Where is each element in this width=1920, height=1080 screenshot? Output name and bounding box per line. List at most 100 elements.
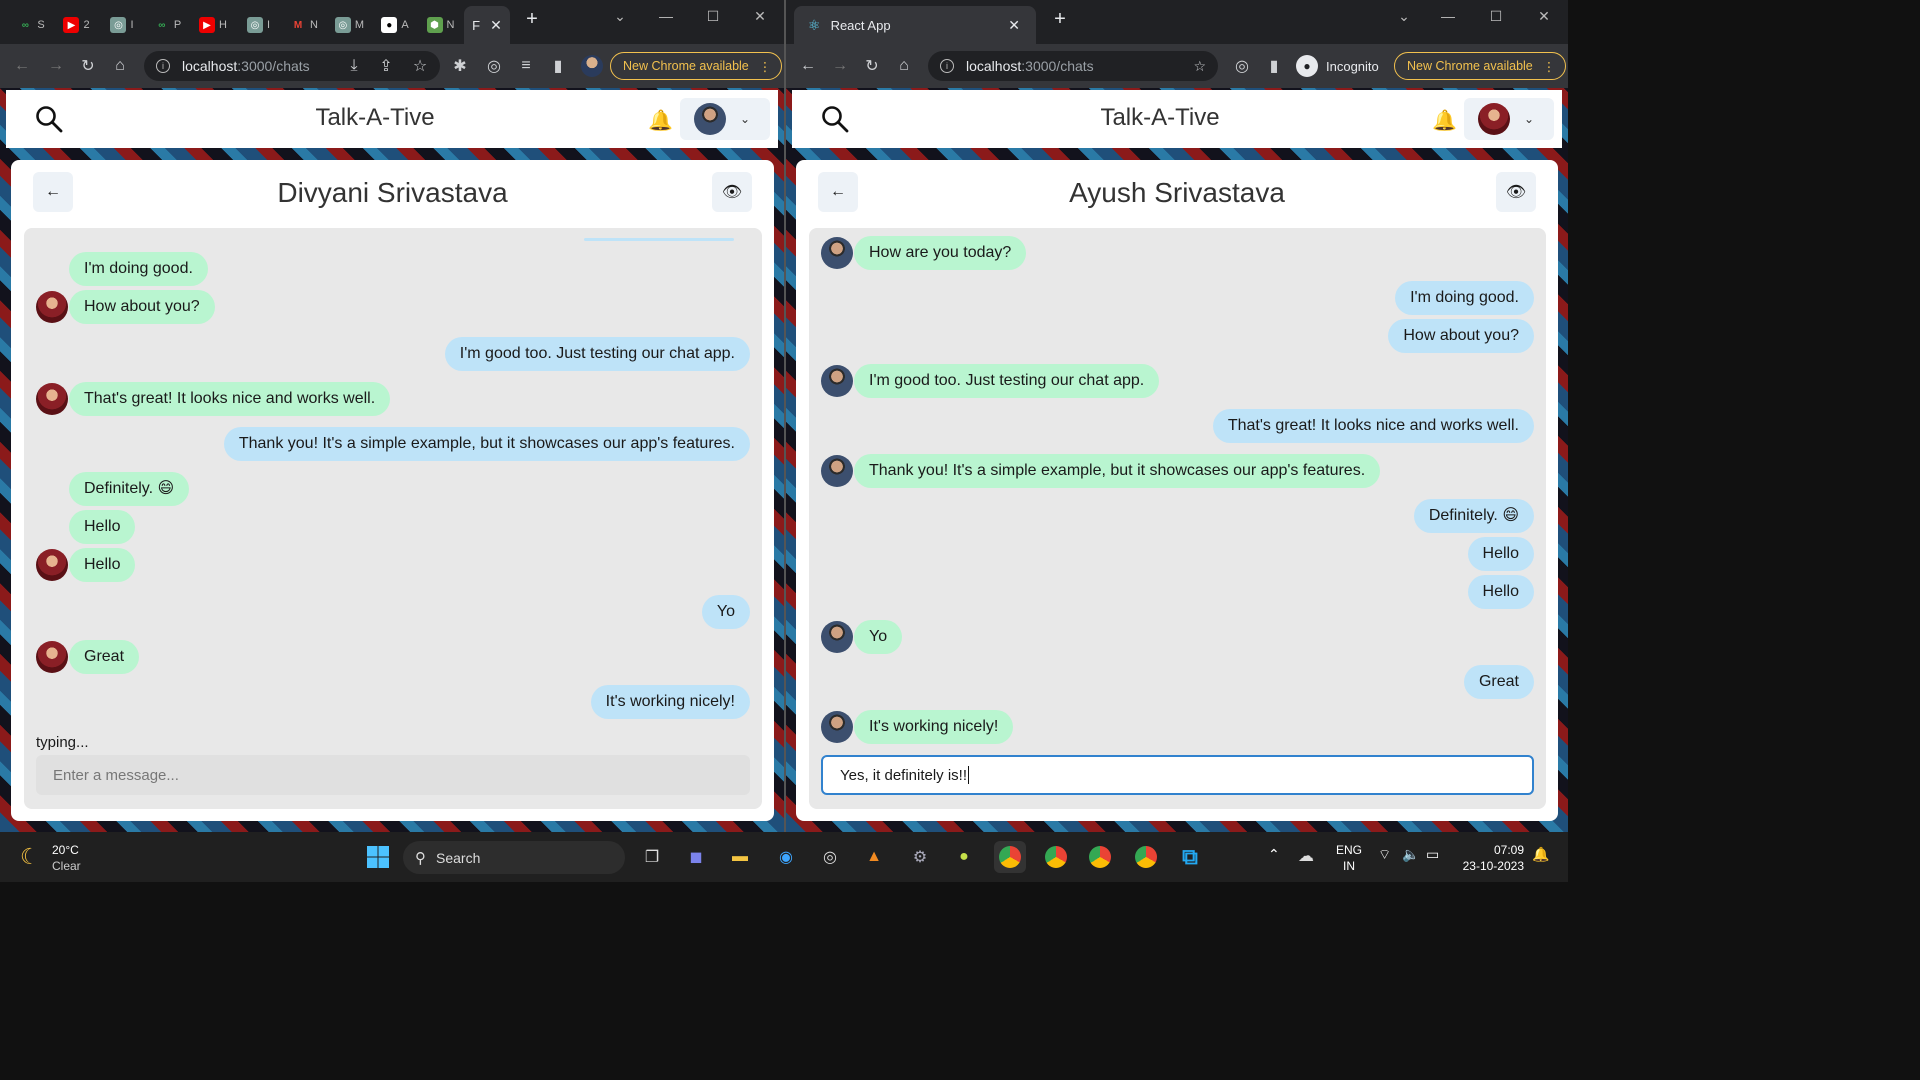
pinned-tab[interactable]: ◎ I bbox=[236, 6, 282, 44]
window-divider bbox=[784, 0, 786, 832]
weather-widget[interactable]: 20°C Clear bbox=[52, 842, 81, 874]
profile-avatar[interactable] bbox=[580, 54, 604, 78]
bookmark-star-icon[interactable]: ☆ bbox=[1193, 58, 1206, 75]
settings-gear-icon[interactable]: ⚙ bbox=[904, 841, 936, 873]
task-view-icon[interactable]: ❐ bbox=[636, 841, 668, 873]
message-input[interactable]: Enter a message... bbox=[36, 755, 750, 795]
sender-avatar[interactable] bbox=[821, 365, 853, 397]
back-icon[interactable]: ← bbox=[10, 54, 34, 78]
performance-icon[interactable]: ◎ bbox=[482, 54, 506, 78]
back-icon[interactable]: ← bbox=[796, 54, 820, 78]
info-icon[interactable]: i bbox=[156, 59, 170, 73]
pinned-tab[interactable]: MN bbox=[281, 6, 327, 44]
message-input[interactable]: Yes, it definitely is!! bbox=[821, 755, 1534, 795]
vlc-icon[interactable]: ▲ bbox=[858, 841, 890, 873]
pinned-tab[interactable]: ▶ H bbox=[190, 6, 236, 44]
chrome-icon[interactable] bbox=[1130, 841, 1162, 873]
pinned-tab[interactable]: ⬢ N bbox=[418, 6, 464, 44]
chevron-down-icon[interactable]: ⌄ bbox=[1394, 8, 1414, 25]
sender-avatar[interactable] bbox=[821, 711, 853, 743]
new-tab-icon[interactable]: + bbox=[1050, 8, 1070, 31]
chevron-down-icon[interactable]: ⌄ bbox=[610, 8, 630, 25]
more-icon[interactable]: ⋮ bbox=[1543, 59, 1556, 74]
window-close-icon[interactable]: ✕ bbox=[750, 8, 770, 25]
taskbar-search[interactable]: ⚲ Search bbox=[403, 841, 625, 874]
address-bar[interactable]: i localhost:3000/chats ☆ bbox=[928, 51, 1218, 81]
search-icon[interactable] bbox=[34, 104, 64, 134]
volume-icon[interactable]: 🔈 bbox=[1402, 846, 1419, 863]
chrome-icon[interactable] bbox=[1040, 841, 1072, 873]
pinned-tab[interactable]: ◎ M bbox=[327, 6, 373, 44]
new-tab-icon[interactable]: + bbox=[522, 8, 542, 31]
app-icon[interactable]: ◉ bbox=[770, 841, 802, 873]
close-icon[interactable]: ✕ bbox=[490, 17, 502, 34]
reload-icon[interactable]: ↻ bbox=[860, 54, 884, 78]
media-icon[interactable]: ≡ bbox=[514, 54, 538, 78]
outgoing-message: That's great! It looks nice and works we… bbox=[1212, 409, 1534, 443]
clock[interactable]: 07:09 23-10-2023 bbox=[1460, 842, 1524, 874]
extensions-icon[interactable]: ✱ bbox=[448, 54, 472, 78]
more-icon[interactable]: ⋮ bbox=[759, 59, 772, 74]
sender-avatar[interactable] bbox=[821, 237, 853, 269]
moon-icon[interactable]: ☾ bbox=[20, 844, 40, 870]
profile-menu-button[interactable]: ⌄ bbox=[680, 98, 770, 140]
reload-icon[interactable]: ↻ bbox=[76, 54, 100, 78]
info-icon[interactable]: i bbox=[940, 59, 954, 73]
vscode-icon[interactable]: ⧉ bbox=[1174, 841, 1206, 873]
search-icon[interactable] bbox=[820, 104, 850, 134]
side-panel-icon[interactable]: ▮ bbox=[1262, 54, 1286, 78]
maximize-icon[interactable]: ☐ bbox=[703, 8, 723, 25]
forward-icon[interactable]: → bbox=[828, 54, 852, 78]
back-button[interactable]: ← bbox=[818, 172, 858, 212]
close-icon[interactable]: ✕ bbox=[1008, 17, 1020, 34]
chevron-up-icon[interactable]: ⌃ bbox=[1268, 846, 1280, 863]
back-button[interactable]: ← bbox=[33, 172, 73, 212]
incognito-badge[interactable]: ● Incognito bbox=[1296, 53, 1379, 79]
app-icon[interactable]: ● bbox=[948, 841, 980, 873]
wifi-icon[interactable]: ⌔ bbox=[1378, 846, 1391, 864]
language-indicator[interactable]: ENG IN bbox=[1336, 842, 1362, 874]
bookmark-star-icon[interactable]: ☆ bbox=[408, 54, 432, 78]
sender-avatar[interactable] bbox=[36, 383, 68, 415]
pinned-tab[interactable]: ▶ 2 bbox=[54, 6, 100, 44]
home-icon[interactable]: ⌂ bbox=[108, 54, 132, 78]
install-icon[interactable]: ⤓ bbox=[342, 54, 366, 78]
battery-icon[interactable]: ▭ bbox=[1426, 846, 1439, 863]
sender-avatar[interactable] bbox=[36, 291, 68, 323]
teams-chat-icon[interactable]: ◼ bbox=[680, 841, 712, 873]
file-explorer-icon[interactable]: ▬ bbox=[724, 841, 756, 873]
sender-avatar[interactable] bbox=[821, 455, 853, 487]
sender-avatar[interactable] bbox=[821, 621, 853, 653]
share-icon[interactable]: ⇪ bbox=[374, 54, 398, 78]
cloud-icon[interactable]: ☁ bbox=[1298, 846, 1314, 866]
window-close-icon[interactable]: ✕ bbox=[1534, 8, 1554, 25]
minimize-icon[interactable]: — bbox=[1438, 8, 1458, 24]
notification-bell-icon[interactable]: 🔔 bbox=[1532, 846, 1549, 863]
obs-icon[interactable]: ◎ bbox=[814, 841, 846, 873]
windows-start-icon[interactable] bbox=[362, 841, 394, 873]
profile-menu-button[interactable]: ⌄ bbox=[1464, 98, 1554, 140]
sender-avatar[interactable] bbox=[36, 641, 68, 673]
pinned-tab[interactable]: ∞ P bbox=[145, 6, 191, 44]
minimize-icon[interactable]: — bbox=[656, 8, 676, 24]
tab-active[interactable]: F ✕ bbox=[464, 6, 510, 44]
tab-react-app[interactable]: ⚛ React App ✕ bbox=[794, 6, 1036, 44]
view-profile-button[interactable]: 👁 bbox=[712, 172, 752, 212]
pinned-tab[interactable]: ∞ S bbox=[8, 6, 54, 44]
bell-icon[interactable]: 🔔 bbox=[1432, 108, 1457, 133]
side-panel-icon[interactable]: ▮ bbox=[546, 54, 570, 78]
forward-icon[interactable]: → bbox=[44, 54, 68, 78]
sender-avatar[interactable] bbox=[36, 549, 68, 581]
pinned-tab[interactable]: ● A bbox=[372, 6, 418, 44]
chrome-icon[interactable] bbox=[1084, 841, 1116, 873]
bell-icon[interactable]: 🔔 bbox=[648, 108, 673, 133]
performance-icon[interactable]: ◎ bbox=[1230, 54, 1254, 78]
chrome-icon[interactable] bbox=[994, 841, 1026, 873]
new-chrome-button[interactable]: New Chrome available ⋮ bbox=[1394, 52, 1567, 80]
view-profile-button[interactable]: 👁 bbox=[1496, 172, 1536, 212]
new-chrome-button[interactable]: New Chrome available ⋮ bbox=[610, 52, 783, 80]
pinned-tab[interactable]: ◎ I bbox=[99, 6, 145, 44]
home-icon[interactable]: ⌂ bbox=[892, 54, 916, 78]
maximize-icon[interactable]: ☐ bbox=[1486, 8, 1506, 25]
text-caret bbox=[968, 766, 970, 784]
